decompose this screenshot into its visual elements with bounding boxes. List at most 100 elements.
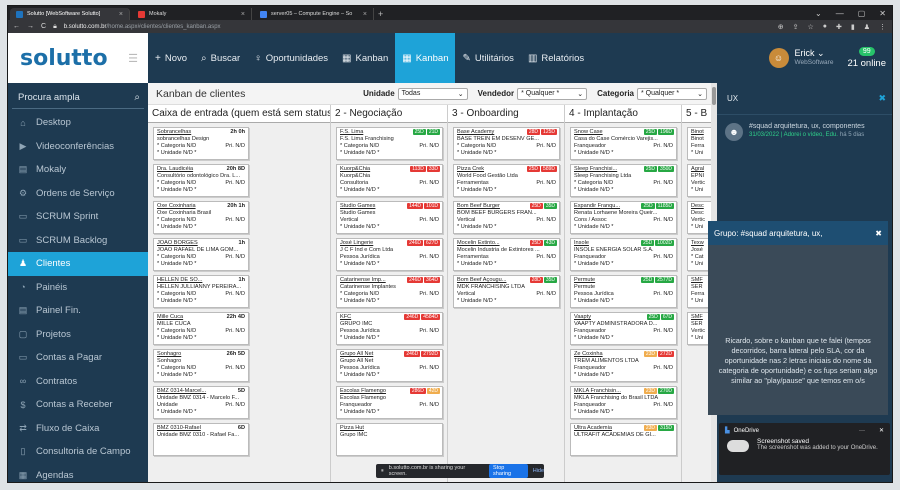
topnav-buscar[interactable]: ⌕ Buscar [194, 33, 247, 83]
sidebar-item-consultoria-de-campo[interactable]: ▯ Consultoria de Campo [8, 440, 148, 464]
topnav-utilitários[interactable]: ✎ Utilitários [455, 33, 520, 83]
kanban-card[interactable]: Agral EPNI Vertic * Uni [687, 164, 711, 197]
sidebar-item-painel-fin-[interactable]: ▤ Painel Fin. [8, 299, 148, 323]
sidebar-item-scrum-sprint[interactable]: ▭ SCRUM Sprint [8, 205, 148, 229]
minimize-button[interactable]: — [836, 9, 844, 18]
kanban-card[interactable]: Öxe Coxinharia 20h 1h Öxe Coxinharia Brasi… [153, 201, 249, 234]
sidebar-item-contas-a-pagar[interactable]: ▭ Contas a Pagar [8, 346, 148, 370]
sidebar-search[interactable]: Procura ampla ⌕ [12, 87, 144, 109]
kanban-card[interactable]: Sleep Franchisi... 25D 350D Sleep Franchisi… [570, 164, 677, 197]
close-icon[interactable]: ✖ [875, 229, 882, 238]
kanban-card[interactable]: Studio Games 144D 101D Studio Games Vertical… [336, 201, 443, 234]
kanban-card[interactable]: Bom Beef Burger 25D 35D BOM BEEF BURGERS FR… [453, 201, 560, 234]
topnav-kanban[interactable]: ▦ Kanban [395, 33, 456, 83]
card-title[interactable]: Pizza Hut [340, 425, 439, 432]
kanban-card[interactable]: Catarinense Imp... 246D 364D Catarinense Im… [336, 275, 443, 308]
user-menu[interactable]: Erick ⌄ WebSoftware [795, 48, 834, 68]
online-indicator[interactable]: 99 21 online [847, 47, 886, 69]
hamburger-icon[interactable]: ☰ [128, 52, 138, 65]
hide-button[interactable]: Hide [533, 468, 544, 474]
sidebar-item-ordens-de-servi-o[interactable]: ⚙ Ordens de Serviço [8, 182, 148, 206]
sidebar-item-contas-a-receber[interactable]: $ Contas a Receber [8, 393, 148, 417]
filter-select[interactable]: * Qualquer * ⌄ [637, 87, 707, 100]
bookmark-star-icon[interactable]: ☆ [807, 23, 813, 31]
tab-search-icon[interactable]: ⌄ [815, 9, 822, 18]
kanban-card[interactable]: Permute 25D 2577D Permute Pessoa Jurídica Pri… [570, 275, 677, 308]
topnav-kanban[interactable]: ▦ Kanban [335, 33, 395, 83]
kanban-card[interactable]: Insole 25D 1002D INSOLE ENERGIA SOLAR S.A. F… [570, 238, 677, 271]
kanban-card[interactable]: Vaapty 25D 67D VAAPTY ADMINISTRADORA D... Fr… [570, 312, 677, 345]
kanban-card[interactable]: Ze Coxinha 23D 272D TREM ALIMENTOS LTDA Fran… [570, 349, 677, 382]
onedrive-toast[interactable]: ▙ OneDrive ··· ✕ Screenshot saved The sc… [719, 423, 890, 475]
kanban-card[interactable]: Kuorp&Chia 113D 33D Kuorp&Chia Consultoria Pr… [336, 164, 443, 197]
close-tab-icon[interactable]: × [363, 11, 367, 18]
kanban-card[interactable]: F.S. Lima 25D 21D F.S. Lima Franchising * Ca… [336, 127, 443, 160]
kanban-card[interactable]: Dra. Laudicéia 20h 8D Consultório odontoló… [153, 164, 249, 197]
kanban-card[interactable]: Snow Case 25D 196D Casa do Case Comércio Va… [570, 127, 677, 160]
forward-icon[interactable]: → [27, 23, 34, 30]
sidebar-item-desktop[interactable]: ⌂ Desktop [8, 111, 148, 135]
kanban-card[interactable]: JOAO BORGES 1h JOAO RAFAEL DE LIMA GOM... *… [153, 238, 249, 271]
menu-icon[interactable]: ⋮ [879, 23, 886, 31]
browser-tab[interactable]: Solutto [WebSoftware Solutto] × [10, 8, 130, 20]
kanban-card[interactable]: MKLA Franchisin... 23D 270D MKLA Franchisin… [570, 386, 677, 419]
sidebar-item-contratos[interactable]: ∞ Contratos [8, 370, 148, 394]
solutto-logo[interactable]: solutto [20, 46, 108, 71]
chat-popup-header[interactable]: Grupo: #squad arquitetura, ux, ✖ [708, 221, 888, 245]
filter-select[interactable]: * Qualquer * ⌄ [517, 87, 588, 100]
stop-sharing-button[interactable]: Stop sharing [489, 464, 528, 478]
kanban-card[interactable]: Ultra Academia 23D 315D ULTRAFIT ACADEMIAS … [570, 423, 677, 456]
kanban-card[interactable]: Grupo All Net 246D 2792D Grupo All Net Pesso… [336, 349, 443, 382]
kanban-card[interactable]: Pizza Crek 25D 589D World Food Gestão Ltda F… [453, 164, 560, 197]
card-title[interactable]: HELLEN DE SO... [157, 277, 245, 284]
chat-thread-item[interactable]: ☻ #squad arquitetura, ux, componentes 31… [717, 115, 892, 149]
sidebar-item-mokaly[interactable]: ▤ Mokaly [8, 158, 148, 182]
kanban-card[interactable]: Mocelin Extinto... 25D 43D Mocelin Industri… [453, 238, 560, 271]
topnav-oportunidades[interactable]: ♀ Oportunidades [247, 33, 335, 83]
kanban-card[interactable]: Base Academy 28D 125D BASE TREIN EM DESENV … [453, 127, 560, 160]
kanban-card[interactable]: Expandir Franqu... 25D 1185D Renata Lorhaen… [570, 201, 677, 234]
new-tab-button[interactable]: + [378, 8, 383, 20]
lock-icon[interactable]: 🔒︎ [53, 23, 57, 31]
filter-select[interactable]: Todas ⌄ [397, 87, 468, 100]
kanban-card[interactable]: BMZ 0310-Rafael 6D Unidade BMZ 0310 - Rafa… [153, 423, 249, 456]
close-tab-icon[interactable]: × [119, 11, 123, 18]
card-title[interactable]: Agral [691, 166, 711, 173]
extension-icon[interactable]: ● [823, 23, 827, 30]
share-icon[interactable]: ⇪ [793, 23, 799, 31]
kanban-card[interactable]: Bom Beef Açougu... 28D 35D MDK FRANCHISING … [453, 275, 560, 308]
card-title[interactable]: BMZ 0314-Marcel... [157, 388, 245, 395]
sidebar-item-projetos[interactable]: ▢ Projetos [8, 323, 148, 347]
browser-tab[interactable]: server05 – Compute Engine – So × [254, 8, 374, 20]
kanban-card[interactable]: BMZ 0314-Marcel... 5D Unidade BMZ 0314 - M… [153, 386, 249, 419]
search-icon[interactable]: ⌕ [134, 92, 140, 103]
maximize-button[interactable]: ▢ [858, 9, 866, 18]
zoom-icon[interactable]: ⊕ [778, 23, 784, 31]
sidebar-item-agendas[interactable]: ▦ Agendas [8, 464, 148, 483]
topnav-novo[interactable]: + Novo [148, 33, 194, 83]
close-icon[interactable]: ✖ [878, 93, 886, 104]
url-field[interactable]: b.solutto.com.br/home.aspx#clientes/clie… [64, 24, 221, 30]
sidebar-item-scrum-backlog[interactable]: ▭ SCRUM Backlog [8, 229, 148, 253]
reload-icon[interactable]: C [41, 23, 46, 30]
kanban-card[interactable]: Mille Cuca 22h 4D MILLE CUCA * Categoria N/… [153, 312, 249, 345]
close-window-button[interactable]: ✕ [879, 9, 886, 18]
card-title[interactable]: JOAO BORGES [157, 240, 245, 247]
close-tab-icon[interactable]: × [241, 11, 245, 18]
kanban-card[interactable]: KFC 246D 4584D GRUPO IMC Pessoa Jurídica Pri.… [336, 312, 443, 345]
sidebar-item-pain-is[interactable]: ◔ Painéis [8, 276, 148, 300]
card-title[interactable]: Binot [691, 129, 711, 136]
sidepanel-icon[interactable]: ▮ [851, 23, 855, 31]
puzzle-icon[interactable]: ✚ [836, 23, 842, 31]
sidebar-item-videoconfer-ncias[interactable]: ▶ Videoconferências [8, 135, 148, 159]
sidebar-item-fluxo-de-caixa[interactable]: ⇄ Fluxo de Caixa [8, 417, 148, 441]
kanban-card[interactable]: Sonhagro 26h 5D Sonhagro * Categoria N/D Pri… [153, 349, 249, 382]
close-icon[interactable]: ✕ [879, 427, 884, 434]
browser-tab[interactable]: Mokaly × [132, 8, 252, 20]
kanban-card[interactable]: Pizza Hut Grupo IMC [336, 423, 443, 456]
profile-icon[interactable]: ♟ [864, 23, 870, 31]
card-title[interactable]: BMZ 0310-Rafael [157, 425, 245, 432]
kanban-card[interactable]: Binot Binot Ferra * Uni [687, 127, 711, 160]
sidebar-item-clientes[interactable]: ♟ Clientes [8, 252, 154, 276]
kanban-card[interactable]: José Lingerie 246D 627D J C F Ind e Com Ltd… [336, 238, 443, 271]
